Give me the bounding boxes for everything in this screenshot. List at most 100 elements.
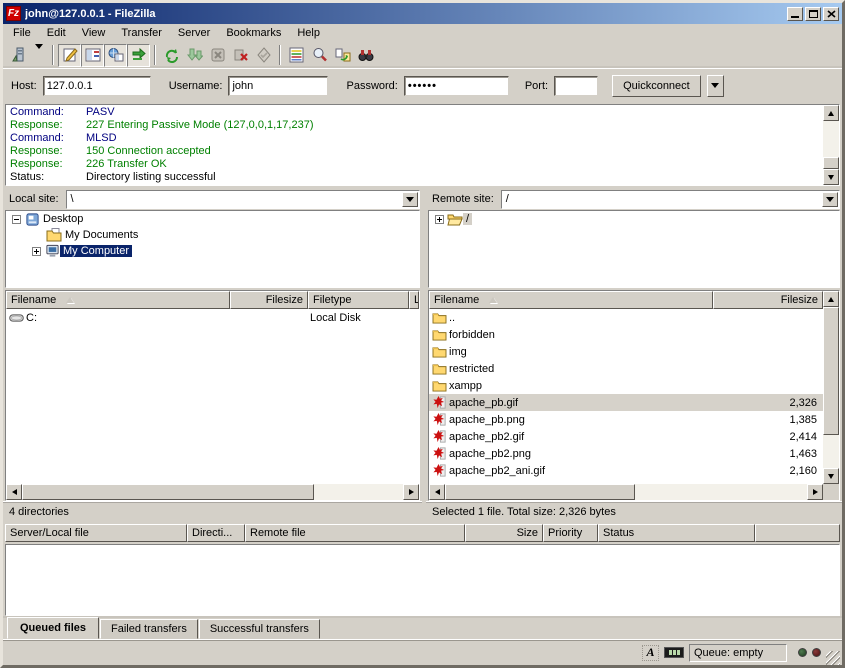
queue-col-direction[interactable]: Directi... — [187, 524, 245, 542]
remote-row[interactable]: restricted — [429, 360, 823, 377]
message-log: Command:PASV Response:227 Entering Passi… — [5, 104, 840, 186]
queue-col-filler — [755, 524, 840, 542]
local-horizontal-scrollbar[interactable] — [6, 484, 419, 500]
tab-failed-transfers[interactable]: Failed transfers — [100, 619, 198, 639]
local-col-filesize[interactable]: Filesize — [230, 291, 308, 309]
transfer-type-indicator-icon[interactable]: A — [642, 645, 659, 661]
local-col-last-modified[interactable]: L — [409, 291, 419, 309]
local-disk-icon — [8, 310, 24, 326]
window-title: john@127.0.0.1 - FileZilla — [25, 8, 785, 20]
remote-row-selected[interactable]: apache_pb.gif 2,326 — [429, 394, 823, 411]
scroll-up-button[interactable] — [823, 291, 839, 307]
minimize-button[interactable] — [787, 7, 803, 21]
menu-server[interactable]: Server — [170, 25, 218, 41]
remote-row[interactable]: apache_pb2.png 1,463 — [429, 445, 823, 462]
refresh-button[interactable] — [160, 44, 183, 67]
port-input[interactable] — [554, 76, 598, 96]
filter-icon — [312, 47, 328, 63]
site-manager-button[interactable] — [7, 44, 30, 67]
remote-row[interactable]: apache_pb2_ani.gif 2,160 — [429, 462, 823, 479]
remote-row[interactable]: apache_pb2.gif 2,414 — [429, 428, 823, 445]
log-row: Status:Directory listing successful — [10, 171, 823, 184]
remote-row[interactable]: forbidden — [429, 326, 823, 343]
queue-col-status[interactable]: Status — [598, 524, 755, 542]
host-input[interactable] — [43, 76, 151, 96]
remote-row[interactable]: xampp — [429, 377, 823, 394]
remote-horizontal-scrollbar[interactable] — [429, 484, 823, 500]
menu-view[interactable]: View — [74, 25, 114, 41]
remote-site-dropdown[interactable] — [822, 192, 838, 207]
local-col-filename[interactable]: Filename — [6, 291, 230, 309]
remote-site-combo[interactable]: / — [501, 190, 840, 209]
message-log-icon — [62, 47, 78, 63]
disconnect-button[interactable] — [229, 44, 252, 67]
tree-item-desktop[interactable]: Desktop — [6, 211, 419, 227]
resize-grip[interactable] — [826, 651, 840, 665]
remote-col-filename[interactable]: Filename — [429, 291, 713, 309]
speed-limits-icon[interactable] — [664, 647, 684, 658]
menu-file[interactable]: File — [5, 25, 39, 41]
queue-header: Server/Local file Directi... Remote file… — [3, 522, 842, 544]
scroll-down-button[interactable] — [823, 468, 839, 484]
log-row: Response:226 Transfer OK — [10, 158, 823, 171]
scroll-right-button[interactable] — [807, 484, 823, 500]
local-site-combo[interactable]: \ — [66, 190, 420, 209]
remote-col-filesize[interactable]: Filesize — [713, 291, 823, 309]
collapse-icon[interactable] — [12, 215, 21, 224]
queue-col-remote-file[interactable]: Remote file — [245, 524, 465, 542]
password-input[interactable] — [404, 76, 509, 96]
menu-edit[interactable]: Edit — [39, 25, 74, 41]
cancel-operation-button[interactable] — [206, 44, 229, 67]
process-queue-icon — [187, 47, 203, 63]
menu-bookmarks[interactable]: Bookmarks — [218, 25, 289, 41]
arrow-left-icon — [435, 489, 440, 495]
expand-icon[interactable] — [32, 247, 41, 256]
reconnect-button[interactable] — [252, 44, 275, 67]
expand-icon[interactable] — [435, 215, 444, 224]
process-queue-button[interactable] — [183, 44, 206, 67]
quickconnect-dropdown[interactable] — [707, 75, 724, 97]
menu-transfer[interactable]: Transfer — [113, 25, 170, 41]
filename-filters-button[interactable] — [308, 44, 331, 67]
remote-row[interactable]: .. — [429, 309, 823, 326]
scroll-down-button[interactable] — [823, 169, 839, 185]
queue-col-server-local-file[interactable]: Server/Local file — [5, 524, 187, 542]
tab-successful-transfers[interactable]: Successful transfers — [199, 619, 320, 639]
tree-item-my-computer[interactable]: My Computer — [6, 243, 419, 259]
scroll-right-button[interactable] — [403, 484, 419, 500]
maximize-button[interactable] — [805, 7, 821, 21]
arrow-right-icon — [813, 489, 818, 495]
directory-comparison-button[interactable] — [285, 44, 308, 67]
find-files-button[interactable] — [354, 44, 377, 67]
username-input[interactable] — [228, 76, 328, 96]
site-manager-dropdown[interactable] — [30, 49, 48, 61]
local-site-dropdown[interactable] — [402, 192, 418, 207]
local-row-c-drive[interactable]: C: Local Disk — [6, 309, 419, 326]
tree-item-root[interactable]: / — [429, 211, 839, 227]
toggle-remote-tree-button[interactable] — [104, 44, 127, 67]
tab-queued-files[interactable]: Queued files — [7, 617, 99, 639]
toggle-message-log-button[interactable] — [58, 44, 81, 67]
app-icon[interactable]: Fz — [6, 6, 21, 21]
scroll-up-button[interactable] — [823, 105, 839, 121]
close-button[interactable] — [823, 7, 839, 21]
toggle-transfer-queue-button[interactable] — [127, 44, 150, 67]
synchronized-browsing-button[interactable] — [331, 44, 354, 67]
remote-row[interactable]: img — [429, 343, 823, 360]
scrollbar-thumb[interactable] — [445, 484, 635, 500]
scroll-left-button[interactable] — [429, 484, 445, 500]
local-col-filetype[interactable]: Filetype — [308, 291, 409, 309]
scrollbar-thumb[interactable] — [22, 484, 314, 500]
remote-vertical-scrollbar[interactable] — [823, 291, 839, 484]
remote-row[interactable]: apache_pb.png 1,385 — [429, 411, 823, 428]
tree-item-my-documents[interactable]: My Documents — [6, 227, 419, 243]
log-vertical-scrollbar[interactable] — [823, 105, 839, 185]
scroll-left-button[interactable] — [6, 484, 22, 500]
queue-col-priority[interactable]: Priority — [543, 524, 598, 542]
queue-col-size[interactable]: Size — [465, 524, 543, 542]
menu-help[interactable]: Help — [289, 25, 328, 41]
scrollbar-thumb[interactable] — [823, 157, 839, 169]
scrollbar-thumb[interactable] — [823, 307, 839, 435]
toggle-local-tree-button[interactable] — [81, 44, 104, 67]
quickconnect-button[interactable]: Quickconnect — [612, 75, 701, 97]
